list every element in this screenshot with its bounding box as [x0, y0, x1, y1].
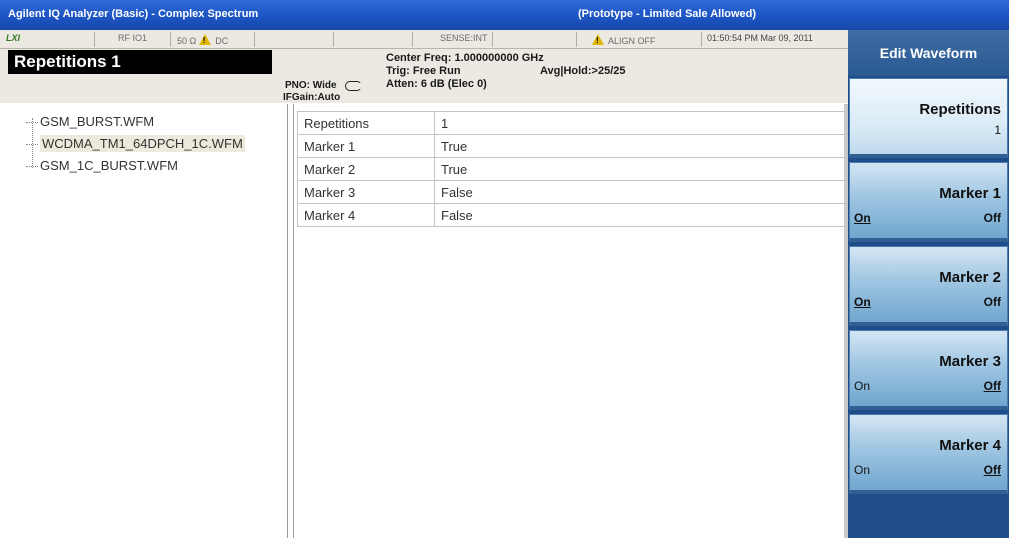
property-name: Marker 1 — [297, 134, 435, 158]
window-title-bar: Agilent IQ Analyzer (Basic) - Complex Sp… — [0, 0, 1009, 30]
warning-icon — [198, 34, 211, 45]
table-row[interactable]: Marker 2 True — [297, 157, 846, 181]
option-off: Off — [983, 211, 1001, 225]
marker-3-softkey[interactable]: Marker 3 On Off — [849, 330, 1008, 410]
trigger-setting: Trig: Free Run — [386, 65, 461, 77]
input-port-indicator: RF IO1 — [118, 33, 148, 43]
center-frequency: Center Freq: 1.000000000 GHz — [386, 52, 544, 64]
status-divider — [170, 32, 171, 47]
property-name: Repetitions — [297, 111, 435, 135]
file-item[interactable]: GSM_BURST.WFM — [26, 112, 154, 132]
ifgain-setting: IFGain:Auto — [283, 92, 341, 103]
softkey-menu: Edit Waveform Repetitions 1 Marker 1 On … — [848, 30, 1009, 538]
file-item-selected[interactable]: WCDMA_TM1_64DPCH_1C.WFM — [26, 134, 245, 154]
impedance-label: 50 Ω — [177, 36, 197, 46]
option-off: Off — [983, 463, 1001, 477]
property-value[interactable]: True — [434, 157, 846, 181]
status-divider — [254, 32, 255, 47]
table-row[interactable]: Marker 4 False — [297, 203, 846, 227]
marker-1-softkey[interactable]: Marker 1 On Off — [849, 162, 1008, 242]
option-on: On — [854, 379, 871, 393]
active-function-display: Repetitions 1 — [8, 50, 272, 74]
menu-title: Edit Waveform — [848, 30, 1009, 76]
status-divider — [492, 32, 493, 47]
option-off: Off — [983, 295, 1001, 309]
lxi-indicator: LXI — [6, 33, 21, 43]
status-divider — [94, 32, 95, 47]
softkey-label: Marker 1 — [939, 185, 1001, 202]
align-status: ALIGN OFF — [592, 33, 656, 46]
file-name: GSM_BURST.WFM — [40, 114, 155, 129]
impedance-indicator: 50 Ω DC — [177, 33, 228, 46]
status-divider — [576, 32, 577, 47]
option-on: On — [854, 463, 871, 477]
sense-indicator: SENSE:INT — [440, 33, 488, 43]
property-name: Marker 3 — [297, 180, 435, 204]
avg-hold-setting: Avg|Hold:>25/25 — [540, 65, 626, 77]
softkey-label: Marker 2 — [939, 269, 1001, 286]
align-label: ALIGN OFF — [608, 36, 656, 46]
property-value[interactable]: True — [434, 134, 846, 158]
property-value[interactable]: False — [434, 180, 846, 204]
file-name: WCDMA_TM1_64DPCH_1C.WFM — [40, 135, 245, 152]
waveform-file-list: GSM_BURST.WFM WCDMA_TM1_64DPCH_1C.WFM GS… — [8, 104, 288, 538]
softkey-label: Marker 4 — [939, 437, 1001, 454]
softkey-label: Marker 3 — [939, 353, 1001, 370]
loop-icon — [345, 81, 362, 91]
option-off: Off — [983, 379, 1001, 393]
pno-setting: PNO: Wide — [285, 80, 337, 91]
date-time: 01:50:54 PM Mar 09, 2011 — [707, 33, 813, 43]
repetitions-softkey[interactable]: Repetitions 1 — [849, 78, 1008, 158]
attenuation-setting: Atten: 6 dB (Elec 0) — [386, 78, 487, 90]
status-line: LXI RF IO1 50 Ω DC SENSE:INT ALIGN OFF 0… — [0, 30, 848, 49]
table-row[interactable]: Marker 1 True — [297, 134, 846, 158]
marker-4-softkey[interactable]: Marker 4 On Off — [849, 414, 1008, 494]
coupling-label: DC — [215, 36, 229, 46]
waveform-properties-panel: Repetitions 1 Marker 1 True Marker 2 Tru… — [293, 104, 848, 538]
table-row[interactable]: Repetitions 1 — [297, 111, 846, 135]
property-value[interactable]: False — [434, 203, 846, 227]
status-divider — [412, 32, 413, 47]
table-row[interactable]: Marker 3 False — [297, 180, 846, 204]
app-title: Agilent IQ Analyzer (Basic) - Complex Sp… — [8, 8, 259, 20]
softkey-label: Repetitions — [919, 101, 1001, 118]
property-name: Marker 2 — [297, 157, 435, 181]
property-value[interactable]: 1 — [434, 111, 846, 135]
marker-2-softkey[interactable]: Marker 2 On Off — [849, 246, 1008, 326]
file-item[interactable]: GSM_1C_BURST.WFM — [26, 156, 178, 176]
option-on: On — [854, 211, 871, 225]
status-divider — [701, 32, 702, 47]
waveform-properties-table: Repetitions 1 Marker 1 True Marker 2 Tru… — [297, 111, 846, 227]
option-on: On — [854, 295, 871, 309]
property-name: Marker 4 — [297, 203, 435, 227]
status-divider — [333, 32, 334, 47]
prototype-notice: (Prototype - Limited Sale Allowed) — [578, 8, 757, 20]
align-warning-icon — [592, 34, 604, 45]
file-name: GSM_1C_BURST.WFM — [40, 158, 178, 173]
softkey-value: 1 — [994, 123, 1001, 137]
